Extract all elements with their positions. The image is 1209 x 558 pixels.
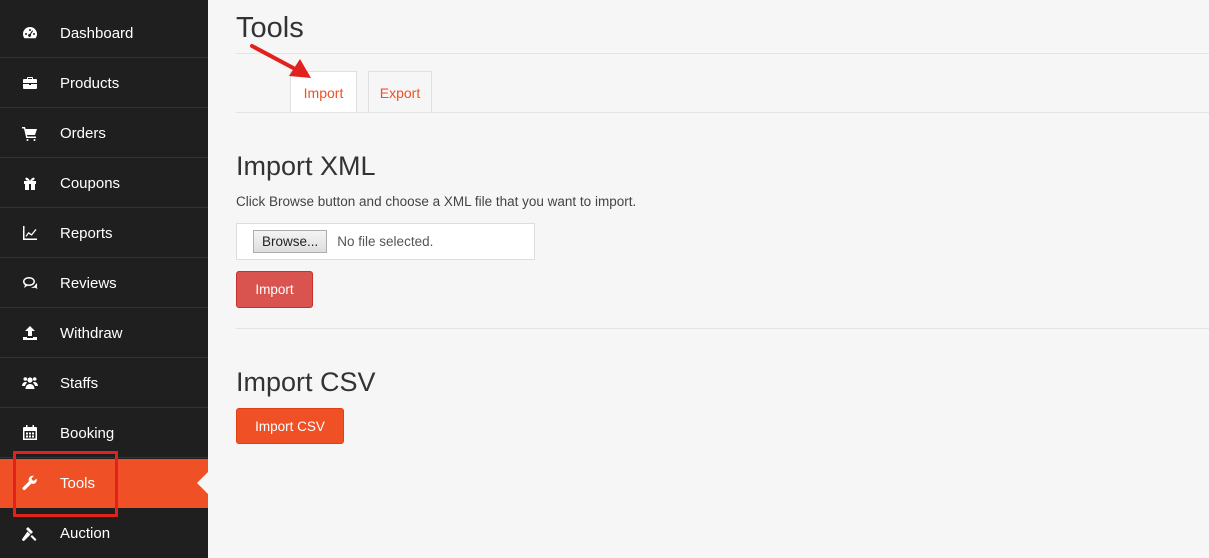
sidebar-item-reviews[interactable]: Reviews (0, 259, 208, 308)
title-divider (236, 53, 1209, 54)
sidebar-item-withdraw[interactable]: Withdraw (0, 309, 208, 358)
sidebar-item-products[interactable]: Products (0, 59, 208, 108)
sidebar-item-label: Staffs (60, 374, 99, 392)
comments-icon (22, 275, 38, 291)
dashboard-icon (22, 25, 38, 41)
calendar-icon (22, 425, 38, 441)
sidebar-item-auction[interactable]: Auction (0, 509, 208, 558)
sidebar-item-label: Dashboard (60, 24, 134, 42)
briefcase-icon (22, 75, 38, 91)
sidebar-item-orders[interactable]: Orders (0, 109, 208, 158)
wrench-icon (22, 475, 38, 491)
sidebar-item-tools[interactable]: Tools (0, 459, 208, 508)
sidebar-item-label: Reports (60, 224, 113, 242)
import-button[interactable]: Import (236, 271, 313, 308)
file-status-text: No file selected. (337, 234, 434, 249)
sidebar-item-reports[interactable]: Reports (0, 209, 208, 258)
sidebar-item-label: Orders (60, 124, 106, 142)
gift-icon (22, 175, 38, 191)
sidebar-item-label: Booking (60, 424, 115, 442)
gavel-icon (22, 526, 38, 542)
section-divider (236, 328, 1209, 329)
sidebar: Dashboard Products Orders Coupons Report… (0, 0, 208, 558)
import-xml-description: Click Browse button and choose a XML fil… (236, 194, 637, 209)
browse-button[interactable]: Browse... (253, 230, 328, 253)
sidebar-item-label: Reviews (60, 274, 117, 292)
line-chart-icon (22, 225, 38, 241)
sidebar-item-staffs[interactable]: Staffs (0, 359, 208, 408)
annotation-arrow-icon (250, 44, 311, 78)
sidebar-item-booking[interactable]: Booking (0, 409, 208, 458)
upload-icon (22, 325, 38, 341)
sidebar-item-label: Withdraw (60, 324, 123, 342)
cart-icon (22, 125, 38, 141)
file-input[interactable]: Browse... No file selected. (236, 223, 535, 260)
sidebar-item-label: Auction (60, 525, 111, 542)
sidebar-item-coupons[interactable]: Coupons (0, 159, 208, 208)
tabs-divider (236, 112, 1209, 113)
active-caret (197, 472, 208, 494)
sidebar-item-label: Products (60, 74, 120, 92)
users-icon (22, 375, 38, 391)
sidebar-item-dashboard[interactable]: Dashboard (0, 9, 208, 58)
tab-export[interactable]: Export (368, 71, 432, 113)
import-csv-heading: Import CSV (236, 367, 376, 397)
sidebar-item-label: Coupons (60, 174, 121, 192)
import-xml-heading: Import XML (236, 151, 376, 181)
sidebar-item-label: Tools (60, 474, 96, 492)
import-csv-button[interactable]: Import CSV (236, 408, 344, 444)
